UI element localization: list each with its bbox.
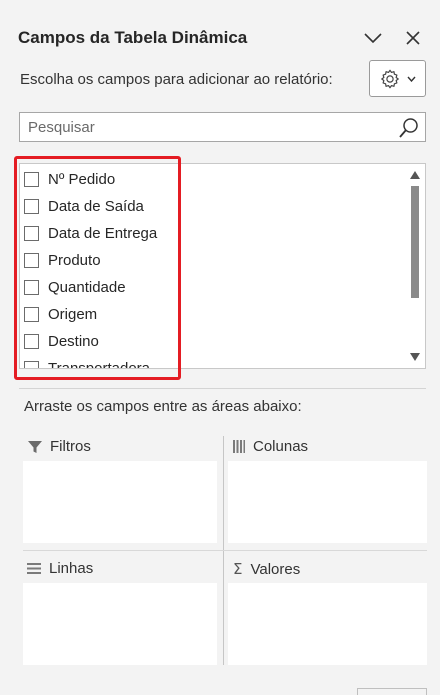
values-area-header: Σ Valores [233, 560, 300, 578]
search-input[interactable] [20, 113, 390, 141]
columns-drop-zone[interactable] [228, 461, 427, 543]
chevron-down-icon [407, 76, 416, 82]
filters-area-label: Filtros [50, 438, 91, 455]
field-list: Nº Pedido Data de Saída Data de Entrega … [19, 163, 426, 369]
field-checkbox[interactable] [24, 225, 39, 241]
field-checkbox[interactable] [24, 360, 39, 368]
field-item-produto[interactable]: Produto [24, 249, 101, 271]
close-icon [406, 31, 420, 45]
filter-icon [28, 440, 42, 453]
field-list-scrollbar[interactable] [408, 166, 422, 366]
values-drop-zone[interactable] [228, 583, 427, 665]
divider [19, 388, 426, 389]
field-label: Quantidade [48, 278, 126, 296]
field-item-pedido[interactable]: Nº Pedido [24, 168, 115, 190]
area-horizontal-divider [23, 550, 427, 551]
chevron-down-icon [364, 33, 382, 44]
triangle-down-icon [410, 353, 420, 361]
scroll-down-button[interactable] [408, 350, 422, 364]
scroll-thumb[interactable] [411, 186, 419, 298]
field-checkbox[interactable] [24, 252, 39, 268]
choose-fields-label: Escolha os campos para adicionar ao rela… [20, 71, 333, 88]
field-label: Nº Pedido [48, 170, 116, 188]
values-area-label: Valores [250, 560, 301, 578]
field-label: Origem [48, 305, 98, 323]
gear-icon [381, 69, 399, 88]
close-pane-button[interactable] [401, 26, 425, 50]
field-label: Produto [48, 251, 101, 269]
field-label: Transportadora [48, 359, 150, 369]
task-pane-options-button[interactable] [361, 26, 385, 50]
search-icon[interactable] [397, 116, 421, 140]
columns-icon [233, 440, 245, 453]
field-item-data-entrega[interactable]: Data de Entrega [24, 222, 157, 244]
columns-area-label: Colunas [253, 438, 309, 455]
search-box [19, 112, 426, 142]
sigma-icon: Σ [233, 560, 243, 578]
scroll-up-button[interactable] [408, 168, 422, 182]
field-list-settings-button[interactable] [369, 60, 426, 97]
areas-instruction: Arraste os campos entre as áreas abaixo: [24, 398, 302, 415]
pane-title: Campos da Tabela Dinâmica [18, 28, 248, 47]
field-checkbox[interactable] [24, 198, 39, 214]
field-label: Destino [48, 332, 99, 350]
rows-icon [27, 563, 41, 574]
rows-area-label: Linhas [49, 560, 94, 577]
field-item-data-saida[interactable]: Data de Saída [24, 195, 144, 217]
field-item-origem[interactable]: Origem [24, 303, 97, 325]
field-checkbox[interactable] [24, 171, 39, 187]
rows-area-header: Linhas [27, 560, 93, 577]
update-button-edge[interactable] [357, 688, 427, 695]
triangle-up-icon [410, 171, 420, 179]
field-item-quantidade[interactable]: Quantidade [24, 276, 126, 298]
field-item-destino[interactable]: Destino [24, 330, 99, 352]
field-item-transportadora[interactable]: Transportadora [24, 357, 150, 369]
field-checkbox[interactable] [24, 333, 39, 349]
field-label: Data de Saída [48, 197, 144, 215]
field-checkbox[interactable] [24, 306, 39, 322]
field-label: Data de Entrega [48, 224, 158, 242]
filters-drop-zone[interactable] [23, 461, 217, 543]
field-checkbox[interactable] [24, 279, 39, 295]
columns-area-header: Colunas [233, 438, 308, 455]
rows-drop-zone[interactable] [23, 583, 217, 665]
filters-area-header: Filtros [28, 438, 91, 455]
pivot-fields-pane: Campos da Tabela Dinâmica Escolha os cam… [0, 0, 440, 695]
